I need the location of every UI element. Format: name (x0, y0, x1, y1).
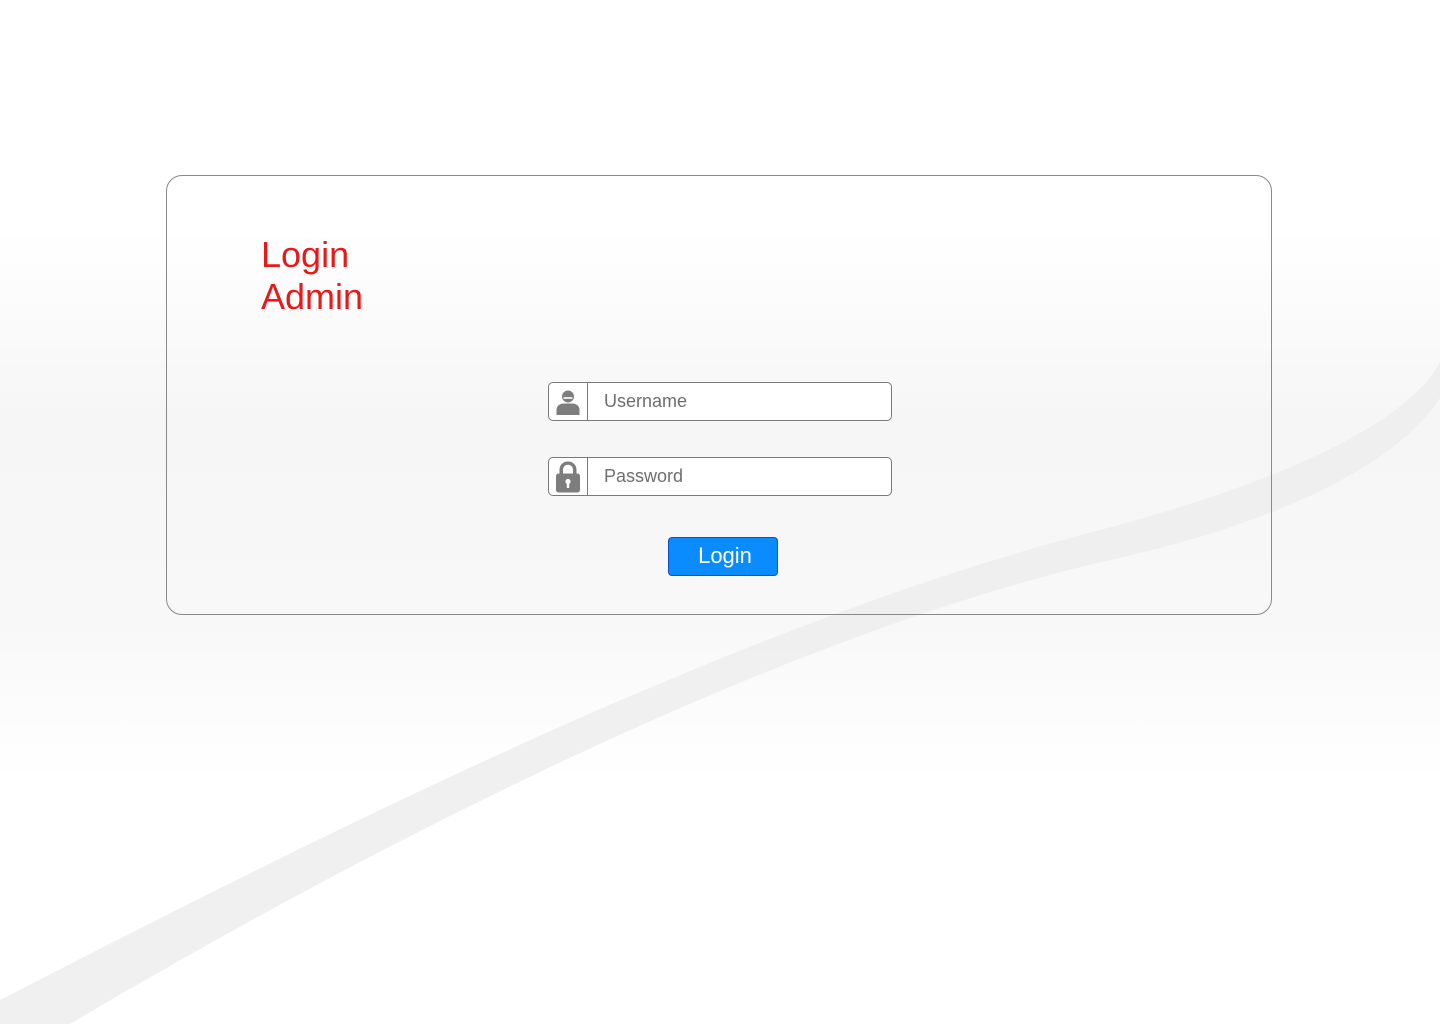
username-field[interactable] (548, 382, 892, 421)
username-input[interactable] (588, 383, 891, 420)
login-button[interactable]: Login (668, 537, 778, 576)
password-input[interactable] (588, 458, 891, 495)
user-icon (549, 383, 588, 420)
page-title-line-1: Login (261, 234, 350, 275)
lock-icon (549, 458, 588, 495)
page-title: Login Admin (261, 234, 363, 318)
password-field[interactable] (548, 457, 892, 496)
login-card: Login Admin Login (166, 175, 1272, 615)
page-title-line-2: Admin (261, 276, 364, 317)
